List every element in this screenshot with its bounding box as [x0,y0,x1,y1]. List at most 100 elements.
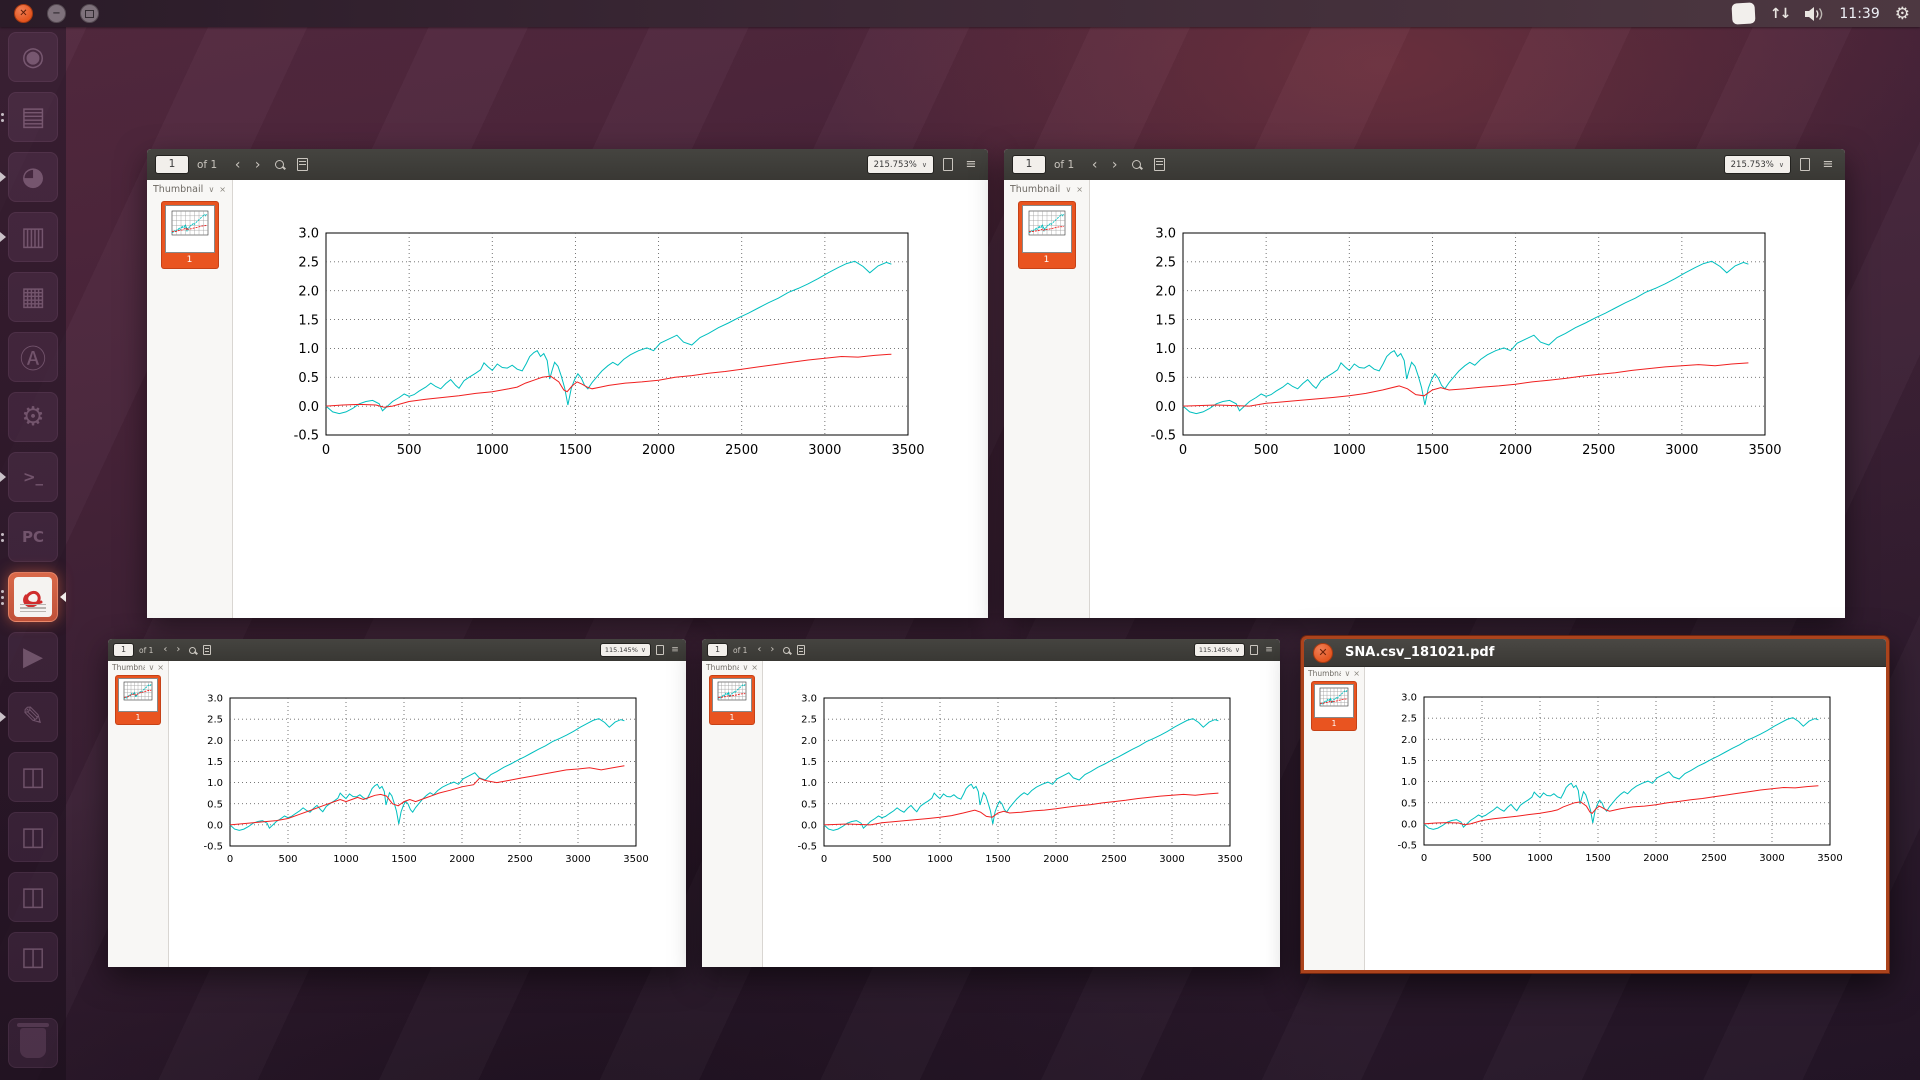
next-page-button[interactable]: › [1107,158,1122,172]
launcher-item-terminal[interactable]: >_ [0,447,66,507]
zoom-level-dropdown[interactable]: 115.145% ∨ [599,643,651,657]
window-minimize-button[interactable]: − [47,4,66,23]
thumbnails-sidebar: Thumbnails ∨ × 1 [702,661,763,967]
svg-text:3.0: 3.0 [207,694,223,705]
menu-icon[interactable]: ≡ [1263,639,1275,661]
svg-text:2500: 2500 [1701,853,1726,864]
launcher-item-disk-drive-4[interactable]: ◫ [0,927,66,987]
previous-page-button[interactable]: ‹ [230,158,245,172]
window-body: Thumbnails ∨ × 1 0 500 1000 1500 2000 2500 300… [1004,180,1845,618]
menu-icon[interactable]: ≡ [669,639,681,661]
svg-text:2500: 2500 [1582,443,1615,458]
next-page-button[interactable]: › [173,645,183,655]
annotation-icon[interactable] [201,639,213,661]
menu-icon[interactable]: ≡ [1819,149,1837,180]
launcher-item-disk-drive-1[interactable]: ◫ [0,747,66,807]
window-close-button[interactable]: ✕ [1313,642,1333,663]
page-number-input[interactable]: 1 [155,155,189,174]
page-view-icon[interactable] [1796,149,1814,180]
launcher-item-disk-drive-2[interactable]: ◫ [0,807,66,867]
session-gear-icon[interactable]: ⚙ [1895,4,1910,24]
pdf-page: 0 500 1000 1500 2000 2500 3000 3500 3.0 2.5 2.0 1.5… [233,180,988,618]
window-close-button[interactable]: ✕ [14,4,33,23]
evince-window-bottom-right[interactable]: ✕ SNA.csv_181021.pdf Thumbnails ∨ × 1 0 5… [1301,636,1889,973]
page-view-icon[interactable] [1248,639,1260,661]
next-page-button[interactable]: › [250,158,265,172]
sidebar-close-icon[interactable]: × [751,663,758,672]
chevron-down-icon[interactable]: ∨ [148,663,154,672]
evince-window-bottom-left[interactable]: 1 of 1 ‹ › 115.145% ∨ ≡ Thumbnails ∨ × 1… [108,639,686,967]
sidebar-header: Thumbnails ∨ × [147,180,232,197]
previous-page-button[interactable]: ‹ [160,645,170,655]
search-icon[interactable] [270,149,288,180]
page-number-input[interactable]: 1 [707,643,728,657]
zoom-level-dropdown[interactable]: 215.753% ∨ [1723,155,1791,174]
volume-icon[interactable] [1804,6,1824,22]
launcher-item-files[interactable]: ▤ [0,87,66,147]
page-thumbnail[interactable]: 1 [710,676,754,724]
sidebar-close-icon[interactable]: × [157,663,164,672]
evince-window-bottom-middle[interactable]: 1 of 1 ‹ › 115.145% ∨ ≡ Thumbnails ∨ × 1… [702,639,1280,967]
page-thumbnail[interactable]: 1 [1312,682,1356,730]
page-number-input[interactable]: 1 [1012,155,1046,174]
page-thumbnail[interactable]: 1 [116,676,160,724]
sidebar-close-icon[interactable]: × [1076,185,1083,194]
search-icon[interactable] [1127,149,1145,180]
chevron-down-icon[interactable]: ∨ [1065,185,1071,194]
page-number-input[interactable]: 1 [113,643,134,657]
zoom-level-dropdown[interactable]: 115.145% ∨ [1193,643,1245,657]
page-thumbnail[interactable]: 1 [161,202,218,268]
launcher-item-libreoffice-writer[interactable]: ▥ [0,207,66,267]
window-maximize-button[interactable] [80,4,99,23]
network-updown-icon[interactable]: ↑ ↓ [1770,6,1791,22]
launcher-item-system-settings[interactable]: ⚙ [0,387,66,447]
launcher-item-trash[interactable] [0,1013,66,1073]
sidebar-close-icon[interactable]: × [1353,669,1360,678]
launcher-item-videos[interactable]: ▶ [0,627,66,687]
clock[interactable]: 11:39 [1839,6,1879,22]
svg-text:500: 500 [1472,853,1491,864]
launcher-item-dash-home[interactable]: ◉ [0,27,66,87]
page-thumbnail[interactable]: 1 [1018,202,1075,268]
svg-text:0: 0 [821,854,827,865]
evince-window-top-left[interactable]: 1 of 1 ‹ › 215.753% ∨ ≡ Thumbnails ∨ × 1… [147,149,988,618]
next-page-button[interactable]: › [767,645,777,655]
messaging-indicator-icon[interactable] [1731,2,1756,25]
zoom-level-dropdown[interactable]: 215.753% ∨ [866,155,934,174]
svg-text:1500: 1500 [559,443,592,458]
chevron-down-icon[interactable]: ∨ [742,663,748,672]
sidebar-close-icon[interactable]: × [219,185,226,194]
search-icon[interactable] [186,639,198,661]
page-view-icon[interactable] [654,639,666,661]
svg-text:3.0: 3.0 [801,694,817,705]
search-icon[interactable] [780,639,792,661]
chevron-down-icon[interactable]: ∨ [208,185,214,194]
sidebar-title: Thumbnails [153,184,204,195]
menu-icon[interactable]: ≡ [962,149,980,180]
sidebar-header: Thumbnails ∨ × [1304,667,1364,679]
page-view-icon[interactable] [939,149,957,180]
launcher-item-text-editor[interactable]: ✎ [0,687,66,747]
launcher-item-ubuntu-software[interactable]: Ⓐ [0,327,66,387]
previous-page-button[interactable]: ‹ [754,645,764,655]
window-titlebar[interactable]: ✕ SNA.csv_181021.pdf [1304,639,1886,667]
thumbnail-page-number: 1 [186,255,193,265]
thumbnails-sidebar: Thumbnails ∨ × 1 [1004,180,1090,618]
svg-text:2.5: 2.5 [1155,256,1176,271]
panel-window-controls: ✕ − [0,4,99,23]
chevron-down-icon[interactable]: ∨ [1344,669,1350,678]
sidebar-header: Thumbnails ∨ × [108,661,168,673]
launcher-item-firefox[interactable]: ◕ [0,147,66,207]
running-indicator-arrow [0,172,6,182]
launcher-item-disk-drive-3[interactable]: ◫ [0,867,66,927]
annotation-icon[interactable] [795,639,807,661]
annotation-icon[interactable] [1150,149,1168,180]
launcher-item-pycharm[interactable]: PC [0,507,66,567]
annotation-icon[interactable] [293,149,311,180]
evince-window-top-right[interactable]: 1 of 1 ‹ › 215.753% ∨ ≡ Thumbnails ∨ × 1… [1004,149,1845,618]
launcher-item-evince-document-viewer[interactable] [0,567,66,627]
previous-page-button[interactable]: ‹ [1087,158,1102,172]
launcher-item-libreoffice-calc[interactable]: ▦ [0,267,66,327]
thumbnail-page-number: 1 [135,713,141,722]
disk-drive-1-icon: ◫ [8,752,58,802]
